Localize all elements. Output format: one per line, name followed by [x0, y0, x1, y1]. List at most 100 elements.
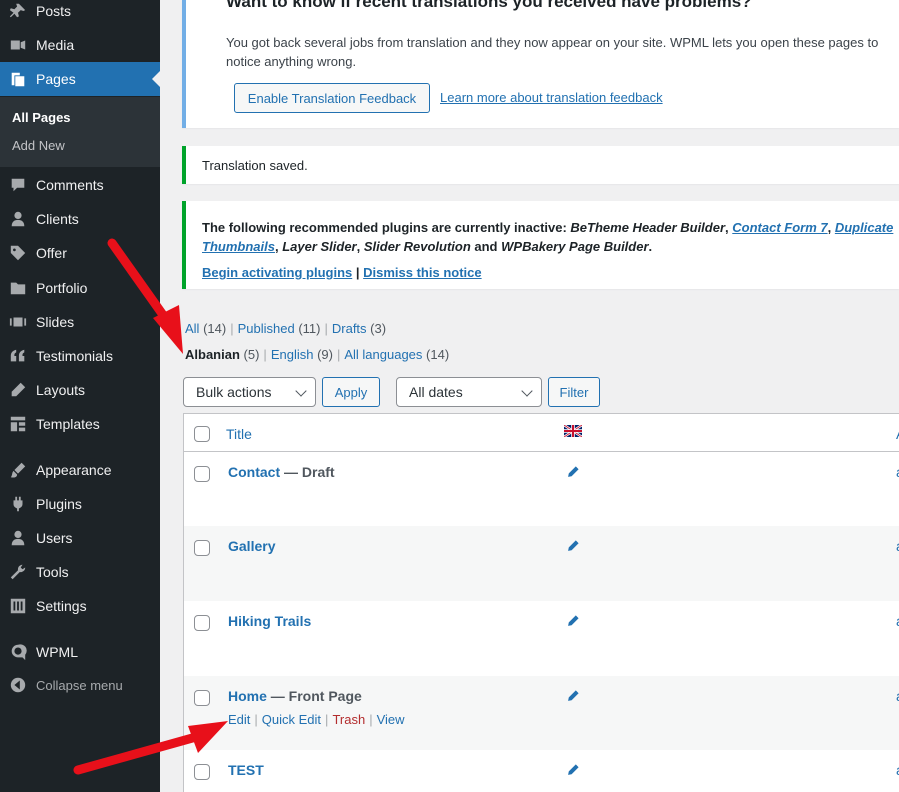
plugins-notice-prefix: The following recommended plugins are cu…	[202, 220, 567, 235]
column-title-header[interactable]: Title	[226, 426, 252, 442]
filter-count: (9)	[317, 347, 333, 362]
plugins-notice-line-2: Thumbnails, Layer Slider, Slider Revolut…	[202, 239, 653, 254]
filter-count: (14)	[203, 321, 227, 336]
page-state: — Draft	[280, 464, 335, 480]
filter-published-link[interactable]: Published (11)	[238, 321, 321, 336]
page-title-link[interactable]: Hiking Trails	[228, 613, 311, 629]
submenu-add-new[interactable]: Add New	[12, 138, 65, 153]
select-all-checkbox[interactable]	[194, 426, 210, 442]
learn-more-feedback-link[interactable]: Learn more about translation feedback	[440, 90, 663, 105]
menu-item-media[interactable]: Media	[0, 28, 160, 62]
menu-item-offer[interactable]: Offer	[0, 236, 160, 270]
menu-item-wpml[interactable]: WPML	[0, 635, 160, 669]
plugins-notice-actions: Begin activating plugins | Dismiss this …	[202, 265, 482, 280]
lang-english-link[interactable]: English	[271, 347, 314, 362]
begin-activating-plugins-link[interactable]: Begin activating plugins	[202, 265, 352, 280]
filter-label: All languages	[344, 347, 423, 362]
edit-translation-pencil-icon[interactable]	[566, 465, 580, 479]
filter-button[interactable]: Filter	[548, 377, 600, 407]
pages-table: Title A Contact — Draft a Gallery a Hiki…	[183, 413, 899, 792]
filter-label: Drafts	[331, 321, 367, 336]
table-header: Title A	[184, 414, 899, 452]
submenu-all-pages[interactable]: All Pages	[12, 110, 71, 125]
translation-feedback-notice: Want to know if recent translations you …	[182, 0, 899, 128]
dismiss-notice-link[interactable]: Dismiss this notice	[363, 265, 481, 280]
menu-label: Slides	[36, 314, 75, 330]
row-actions: Edit | Quick Edit | Trash | View	[228, 712, 405, 727]
edit-translation-pencil-icon[interactable]	[566, 539, 580, 553]
admin-sidebar: Posts Media Pages All Pages Add New Comm…	[0, 0, 160, 792]
collapse-menu-button[interactable]: Collapse menu	[0, 668, 160, 702]
lang-albanian-current[interactable]: Albanian	[185, 347, 240, 362]
row-checkbox[interactable]	[194, 466, 210, 482]
page-title-link[interactable]: Gallery	[228, 538, 275, 554]
plugin-duplicate-link[interactable]: Duplicate	[835, 220, 894, 235]
menu-item-users[interactable]: Users	[0, 521, 160, 555]
menu-item-comments[interactable]: Comments	[0, 168, 160, 202]
plug-icon	[0, 495, 36, 513]
menu-item-pages[interactable]: Pages	[0, 62, 160, 96]
filter-drafts-link[interactable]: Drafts (3)	[332, 321, 386, 336]
page-title-link[interactable]: TEST	[228, 762, 264, 778]
view-link[interactable]: View	[377, 712, 405, 727]
menu-label: Tools	[36, 564, 69, 580]
page-title-link[interactable]: Contact — Draft	[228, 464, 335, 480]
menu-item-plugins[interactable]: Plugins	[0, 487, 160, 521]
menu-label: Portfolio	[36, 280, 88, 296]
menu-item-slides[interactable]: Slides	[0, 305, 160, 339]
edit-link[interactable]: Edit	[228, 712, 250, 727]
chevron-down-icon	[295, 385, 307, 397]
edit-translation-pencil-icon[interactable]	[566, 763, 580, 777]
menu-item-templates[interactable]: Templates	[0, 407, 160, 441]
user-icon	[0, 529, 36, 547]
language-filter: Albanian (5) | English (9) | All languages (…	[185, 347, 450, 362]
status-filter: All (14) | Published (11) | Drafts (3)	[185, 321, 387, 336]
apply-button[interactable]: Apply	[322, 377, 380, 407]
menu-label: Appearance	[36, 462, 112, 478]
folder-icon	[0, 279, 36, 297]
plugin-contact-form-7-link[interactable]: Contact Form 7	[732, 220, 827, 235]
pencil-icon	[0, 381, 36, 399]
plugin-betheme-header-builder: BeTheme Header Builder	[570, 220, 726, 235]
filter-count: (14)	[426, 347, 450, 362]
pages-submenu: All Pages Add New	[0, 97, 160, 167]
translation-saved-notice: Translation saved.	[182, 146, 899, 184]
menu-item-appearance[interactable]: Appearance	[0, 453, 160, 487]
plugins-notice-and: and	[474, 239, 498, 254]
menu-item-clients[interactable]: Clients	[0, 202, 160, 236]
dates-filter-select[interactable]: All dates	[396, 377, 542, 407]
row-checkbox[interactable]	[194, 764, 210, 780]
pages-icon	[0, 70, 36, 88]
row-checkbox[interactable]	[194, 540, 210, 556]
edit-translation-pencil-icon[interactable]	[566, 614, 580, 628]
title-text: TEST	[228, 762, 264, 778]
plugin-slider-revolution: Slider Revolution	[363, 239, 471, 254]
menu-item-testimonials[interactable]: Testimonials	[0, 339, 160, 373]
menu-label: Collapse menu	[36, 677, 123, 693]
page-title-link[interactable]: Home — Front Page	[228, 688, 362, 704]
row-checkbox[interactable]	[194, 690, 210, 706]
menu-item-settings[interactable]: Settings	[0, 589, 160, 623]
comments-icon	[0, 176, 36, 194]
menu-item-posts[interactable]: Posts	[0, 0, 160, 28]
quick-edit-link[interactable]: Quick Edit	[262, 712, 321, 727]
trash-link[interactable]: Trash	[332, 712, 365, 727]
row-checkbox[interactable]	[194, 615, 210, 631]
menu-item-layouts[interactable]: Layouts	[0, 373, 160, 407]
menu-item-tools[interactable]: Tools	[0, 555, 160, 589]
lang-all-link[interactable]: All languages	[344, 347, 422, 362]
menu-label: Comments	[36, 177, 104, 193]
menu-item-portfolio[interactable]: Portfolio	[0, 271, 160, 305]
enable-translation-feedback-button[interactable]: Enable Translation Feedback	[234, 83, 430, 113]
plugin-thumbnails-link[interactable]: Thumbnails	[202, 239, 275, 254]
title-text: Home	[228, 688, 267, 704]
filter-label: Published	[237, 321, 295, 336]
title-text: Gallery	[228, 538, 276, 554]
plugin-layer-slider: Layer Slider	[282, 239, 357, 254]
edit-translation-pencil-icon[interactable]	[566, 689, 580, 703]
menu-label: Posts	[36, 3, 72, 19]
filter-all-link[interactable]: All (14)	[185, 321, 226, 336]
table-row: TEST a	[184, 750, 899, 792]
grid-icon	[0, 415, 36, 433]
bulk-actions-select[interactable]: Bulk actions	[183, 377, 316, 407]
